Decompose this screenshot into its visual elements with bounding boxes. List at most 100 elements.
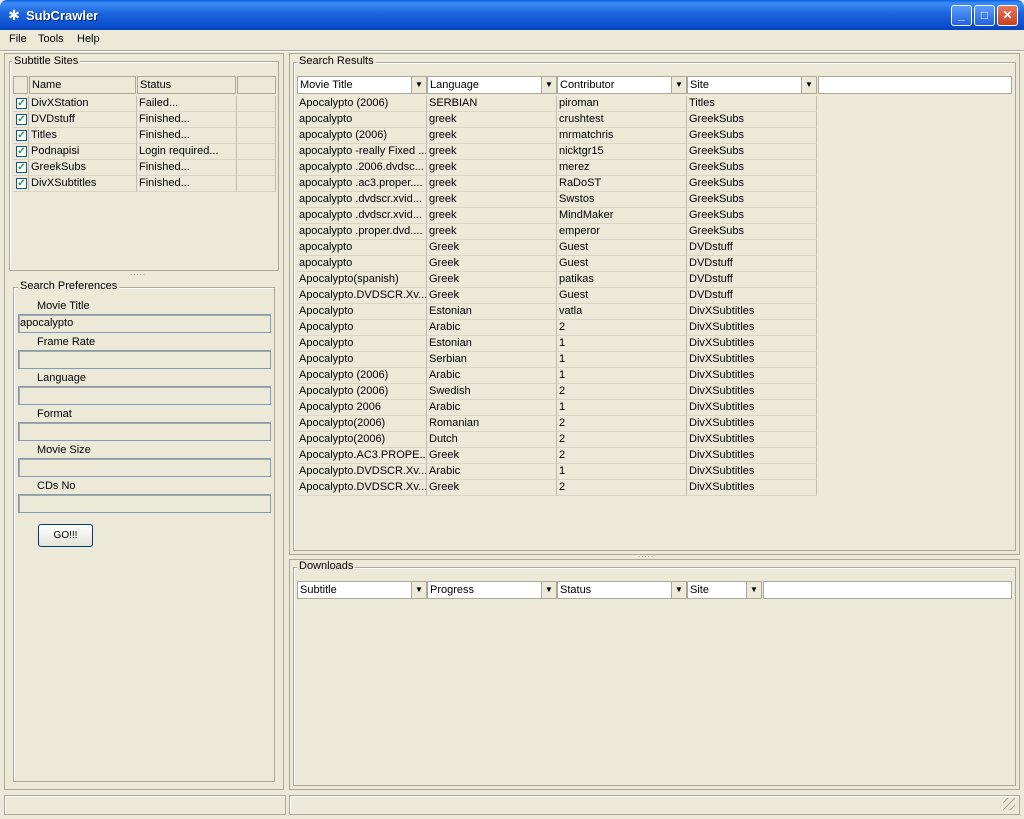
downloads-column-header[interactable]: Subtitle ▼: [297, 581, 427, 599]
sites-table-row[interactable]: ✓ DivXStation Failed...: [13, 96, 276, 112]
title-bar: ✱ SubCrawler _ □ ✕: [0, 0, 1024, 30]
results-cell: Apocalypto: [297, 320, 427, 336]
results-table-row[interactable]: Apocalypto.DVDSCR.Xv... Greek 2 DivXSubtitl…: [297, 480, 1013, 496]
results-table-row[interactable]: Apocalypto (2006) SERBIAN piroman Titles: [297, 96, 1013, 112]
results-table-row[interactable]: Apocalypto(spanish) Greek patikas DVDstuff: [297, 272, 1013, 288]
results-column-header[interactable]: Site ▼: [687, 76, 817, 94]
check-icon[interactable]: ✓: [16, 146, 27, 157]
check-icon[interactable]: ✓: [16, 162, 27, 173]
results-cell: crushtest: [557, 112, 687, 128]
sites-header-check[interactable]: [13, 76, 28, 94]
check-icon[interactable]: ✓: [16, 130, 27, 141]
results-cell: DVDstuff: [687, 240, 817, 256]
splitter-handle[interactable]: .....: [130, 268, 146, 277]
cds-no-input[interactable]: [18, 494, 271, 513]
results-cell: DivXSubtitles: [687, 464, 817, 480]
check-icon[interactable]: ✓: [16, 178, 27, 189]
site-name-cell: DivXSubtitles: [29, 176, 137, 192]
close-button[interactable]: ✕: [997, 5, 1018, 26]
site-enabled-cell[interactable]: ✓: [13, 144, 29, 160]
results-table-row[interactable]: apocalypto (2006) greek mrmatchris GreekSub…: [297, 128, 1013, 144]
results-cell: Apocalypto 2006: [297, 400, 427, 416]
sites-table-row[interactable]: ✓ DVDstuff Finished...: [13, 112, 276, 128]
results-cell: Apocalypto.AC3.PROPE...: [297, 448, 427, 464]
results-cell: apocalypto .dvdscr.xvid...: [297, 208, 427, 224]
chevron-down-icon[interactable]: ▼: [671, 77, 686, 93]
chevron-down-icon[interactable]: ▼: [411, 77, 426, 93]
results-table-row[interactable]: apocalypto -really Fixed ... greek nicktgr…: [297, 144, 1013, 160]
downloads-column-header[interactable]: Progress ▼: [427, 581, 557, 599]
check-icon[interactable]: ✓: [16, 114, 27, 125]
sites-header-status[interactable]: Status: [137, 76, 236, 94]
results-table-row[interactable]: apocalypto .dvdscr.xvid... greek MindMaker…: [297, 208, 1013, 224]
site-extra-cell: [237, 144, 276, 160]
results-column-header[interactable]: Language ▼: [427, 76, 557, 94]
format-input[interactable]: [18, 422, 271, 441]
results-table-row[interactable]: apocalypto .dvdscr.xvid... greek Swstos Gre…: [297, 192, 1013, 208]
site-enabled-cell[interactable]: ✓: [13, 112, 29, 128]
results-table-row[interactable]: Apocalypto.AC3.PROPE... Greek 2 DivXSubtitl…: [297, 448, 1013, 464]
results-table-row[interactable]: apocalypto .ac3.proper.... greek RaDoST Gre…: [297, 176, 1013, 192]
movie-size-input[interactable]: [18, 458, 271, 477]
results-column-header[interactable]: Movie Title ▼: [297, 76, 427, 94]
sites-header-name[interactable]: Name: [29, 76, 136, 94]
results-table-row[interactable]: Apocalypto Estonian vatla DivXSubtitles: [297, 304, 1013, 320]
results-cell: DivXSubtitles: [687, 432, 817, 448]
site-enabled-cell[interactable]: ✓: [13, 96, 29, 112]
downloads-column-header[interactable]: Status ▼: [557, 581, 687, 599]
menu-file[interactable]: File: [9, 33, 27, 45]
results-table-row[interactable]: apocalypto greek crushtest GreekSubs: [297, 112, 1013, 128]
results-cell: apocalypto: [297, 112, 427, 128]
chevron-down-icon[interactable]: ▼: [746, 582, 761, 598]
results-table-row[interactable]: Apocalypto.DVDSCR.Xv... Arabic 1 DivXSubtit…: [297, 464, 1013, 480]
results-cell: GreekSubs: [687, 160, 817, 176]
sites-table-row[interactable]: ✓ Podnapisi Login required...: [13, 144, 276, 160]
results-table-row[interactable]: Apocalypto Arabic 2 DivXSubtitles: [297, 320, 1013, 336]
results-cell: SERBIAN: [427, 96, 557, 112]
downloads-column-header[interactable]: Site ▼: [687, 581, 762, 599]
movie-title-input[interactable]: apocalypto: [18, 314, 271, 333]
chevron-down-icon[interactable]: ▼: [541, 77, 556, 93]
results-column-header[interactable]: Contributor ▼: [557, 76, 687, 94]
chevron-down-icon[interactable]: ▼: [801, 77, 816, 93]
minimize-button[interactable]: _: [951, 5, 972, 26]
menu-tools[interactable]: Tools: [38, 33, 64, 45]
results-cell: Apocalypto (2006): [297, 96, 427, 112]
sites-table-row[interactable]: ✓ DivXSubtitles Finished...: [13, 176, 276, 192]
chevron-down-icon[interactable]: ▼: [671, 582, 686, 598]
site-enabled-cell[interactable]: ✓: [13, 160, 29, 176]
site-enabled-cell[interactable]: ✓: [13, 128, 29, 144]
results-cell: Apocalypto(spanish): [297, 272, 427, 288]
results-cell: 1: [557, 400, 687, 416]
maximize-button[interactable]: □: [974, 5, 995, 26]
results-table-row[interactable]: apocalypto .proper.dvd.... greek emperor Gr…: [297, 224, 1013, 240]
results-cell: DVDstuff: [687, 256, 817, 272]
go-button[interactable]: GO!!!: [38, 524, 93, 547]
results-table-row[interactable]: apocalypto Greek Guest DVDstuff: [297, 256, 1013, 272]
results-table-row[interactable]: Apocalypto (2006) Swedish 2 DivXSubtitles: [297, 384, 1013, 400]
results-table-row[interactable]: apocalypto Greek Guest DVDstuff: [297, 240, 1013, 256]
sites-table-row[interactable]: ✓ Titles Finished...: [13, 128, 276, 144]
results-table-row[interactable]: Apocalypto 2006 Arabic 1 DivXSubtitles: [297, 400, 1013, 416]
splitter-handle-right[interactable]: .....: [638, 550, 654, 559]
search-results-title: Search Results: [297, 55, 376, 67]
results-table-row[interactable]: Apocalypto.DVDSCR.Xv... Greek Guest DVDstuf…: [297, 288, 1013, 304]
menu-help[interactable]: Help: [77, 33, 100, 45]
site-extra-cell: [237, 96, 276, 112]
results-table-row[interactable]: Apocalypto Estonian 1 DivXSubtitles: [297, 336, 1013, 352]
results-table-row[interactable]: Apocalypto (2006) Arabic 1 DivXSubtitles: [297, 368, 1013, 384]
results-cell: Estonian: [427, 304, 557, 320]
results-table-row[interactable]: Apocalypto(2006) Romanian 2 DivXSubtitles: [297, 416, 1013, 432]
site-enabled-cell[interactable]: ✓: [13, 176, 29, 192]
check-icon[interactable]: ✓: [16, 98, 27, 109]
resize-grip-icon[interactable]: [1003, 798, 1015, 810]
results-table-row[interactable]: Apocalypto(2006) Dutch 2 DivXSubtitles: [297, 432, 1013, 448]
site-extra-cell: [237, 176, 276, 192]
sites-table-row[interactable]: ✓ GreekSubs Finished...: [13, 160, 276, 176]
frame-rate-input[interactable]: [18, 350, 271, 369]
chevron-down-icon[interactable]: ▼: [541, 582, 556, 598]
language-input[interactable]: [18, 386, 271, 405]
results-table-row[interactable]: apocalypto .2006.dvdsc... greek merez Greek…: [297, 160, 1013, 176]
results-table-row[interactable]: Apocalypto Serbian 1 DivXSubtitles: [297, 352, 1013, 368]
chevron-down-icon[interactable]: ▼: [411, 582, 426, 598]
